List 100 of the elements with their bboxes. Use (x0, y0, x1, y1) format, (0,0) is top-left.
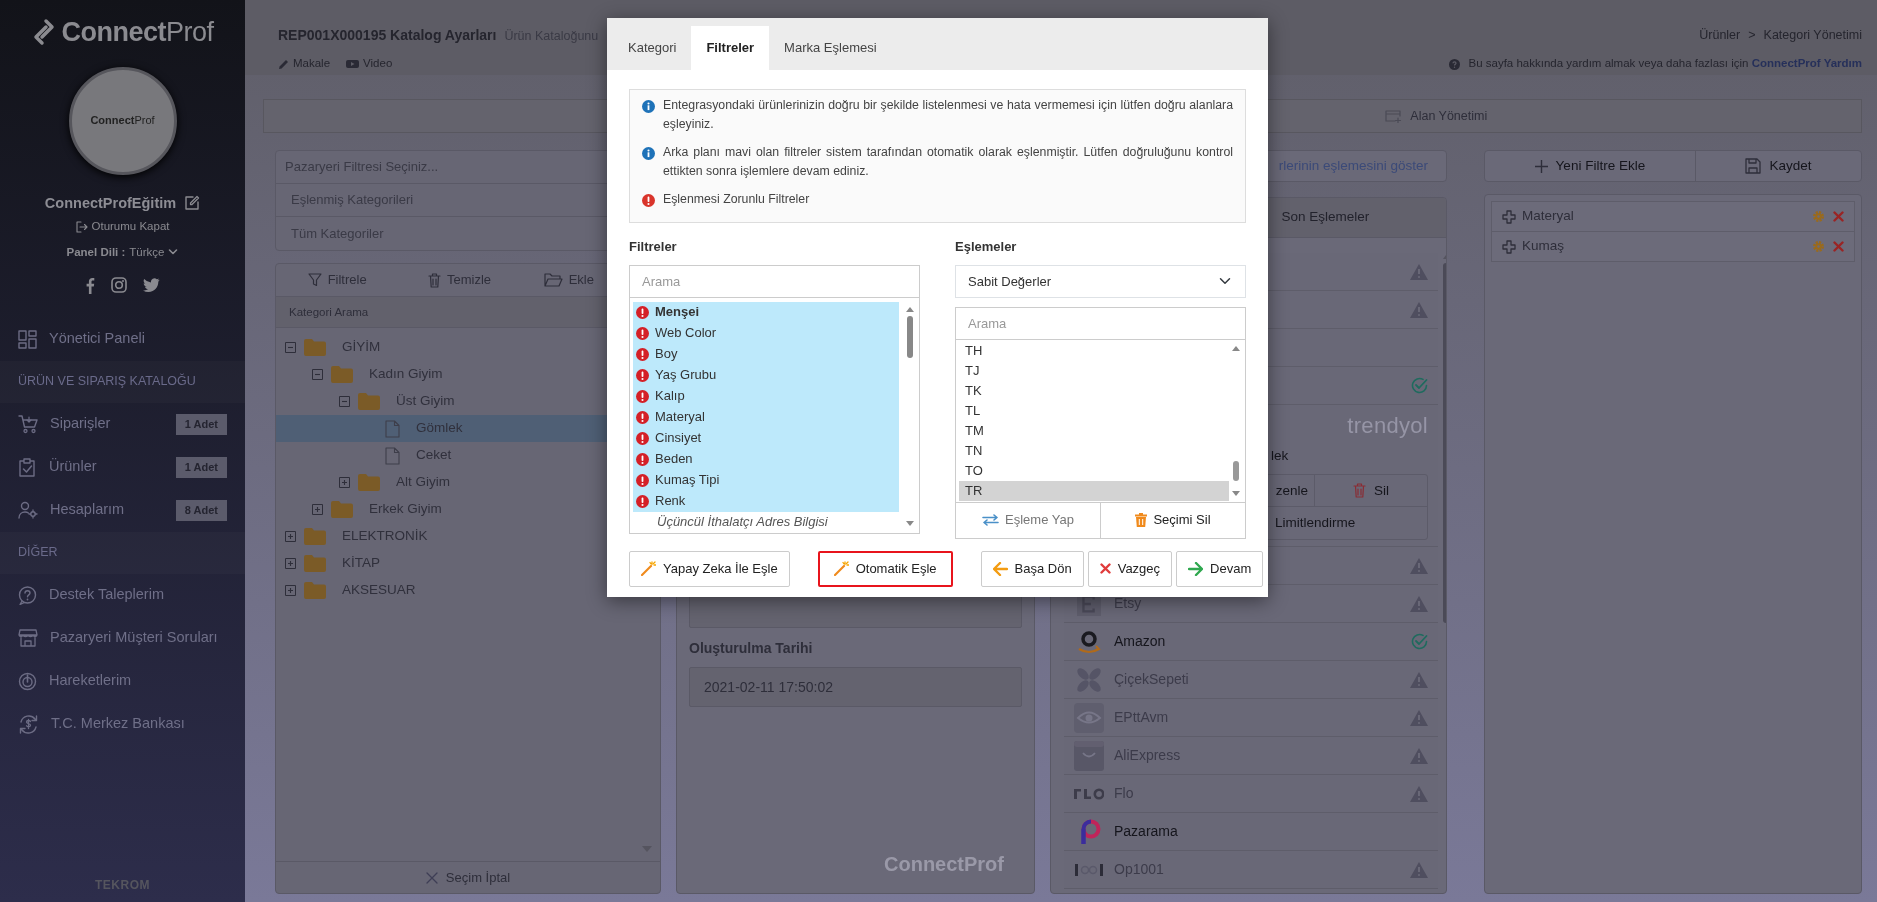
magic-wand-icon (641, 561, 656, 577)
value-option[interactable]: TH (959, 340, 1229, 361)
language-label: Panel Dili : (66, 244, 126, 260)
menu-section-title: DİĞER (18, 543, 58, 562)
filter-option[interactable]: Materyal (633, 406, 899, 428)
section-label: Eşlemeler (955, 238, 1018, 257)
filter-option[interactable]: Yaş Grubu (633, 364, 899, 386)
toolbar-button[interactable]: Temizle (398, 264, 521, 296)
filter-option[interactable]: Boy (633, 343, 899, 365)
folder-icon (358, 393, 380, 410)
eye-logo-icon (1074, 702, 1104, 733)
plus-icon (1534, 159, 1548, 173)
trash-icon (1353, 483, 1366, 499)
facebook-icon (85, 276, 95, 294)
back-button[interactable]: Başa Dön (980, 550, 1084, 587)
ai-match-button[interactable]: Yapay Zeka İle Eşle (629, 550, 790, 587)
value-option[interactable]: TO (959, 460, 1229, 481)
breadcrumb-link[interactable]: Ürünler (1699, 25, 1741, 45)
avatar-logo: ConnectProf (90, 113, 155, 129)
help-link[interactable]: ConnectProf Yardım (1751, 57, 1862, 70)
move-icon (1502, 239, 1516, 254)
value-option[interactable]: TJ (959, 360, 1229, 381)
folder-icon (331, 501, 353, 518)
menu-item[interactable]: Pazaryeri Müşteri Soruları (0, 616, 245, 660)
instagram-icon (111, 277, 127, 294)
add-filter-button[interactable]: Yeni Filtre Ekle (1485, 151, 1696, 181)
filter-option[interactable]: Kalıp (633, 385, 899, 407)
info-icon (642, 147, 655, 161)
video-icon (346, 59, 360, 69)
folder-icon (304, 555, 326, 572)
delete-button[interactable]: Sil (1315, 475, 1427, 507)
count-badge: 1 Adet (175, 414, 227, 435)
language-dropdown[interactable]: Türkçe (129, 243, 179, 261)
toolbar-button[interactable]: Filtrele (276, 264, 399, 296)
user-gear-icon (18, 501, 38, 520)
note-text: Arka planı mavi olan filtreler sistem tarafından otomatik olarak eşlenmiştir. Lütfen doğruluğunu kontrol ettikten sonra işlemlere devam ediniz. (663, 144, 1233, 181)
continue-button[interactable]: Devam (1176, 550, 1264, 587)
filter-option[interactable]: Üçüncül İthalatçı Adres Bilgisi (633, 511, 899, 533)
filter-icon (307, 273, 322, 287)
menu-section-title: ÜRÜN VE SIPARIŞ KATALOĞU (18, 372, 196, 391)
close-icon (425, 871, 438, 884)
folder-icon (358, 474, 380, 491)
filter-option[interactable]: Kumaş Tipi (633, 469, 899, 491)
wordmark-logo-icon (1074, 787, 1104, 800)
logout-icon (75, 220, 88, 233)
dashboard-icon (18, 329, 37, 349)
clear-selection-button[interactable]: Seçimi Sil (1101, 501, 1245, 538)
map-button[interactable]: Eşleme Yap (956, 501, 1101, 538)
bag-logo-icon (1074, 740, 1104, 771)
logo: ConnectProf (61, 16, 214, 49)
value-option[interactable]: TL (959, 400, 1229, 421)
tab[interactable]: Filtreler (691, 26, 770, 70)
page-title: REP001X000195 Katalog Ayarları (278, 25, 497, 45)
value-option[interactable]: TR (959, 480, 1229, 501)
tab[interactable]: Kategori (613, 26, 692, 70)
menu-item[interactable]: Hesaplarım 8 Adet (0, 488, 245, 532)
value-option[interactable]: TK (959, 380, 1229, 401)
trash-icon (1135, 513, 1148, 528)
info-icon (642, 100, 655, 113)
save-button[interactable]: Kaydet (1695, 151, 1861, 181)
menu-item[interactable]: T.C. Merkez Bankası (0, 702, 245, 746)
logout-link[interactable]: Oturumu Kapat (75, 218, 170, 236)
menu-item[interactable]: Ürünler 1 Adet (0, 445, 245, 489)
cancel-selection-button[interactable]: Seçim İptal (276, 861, 660, 893)
section-label: Filtreler (629, 238, 678, 257)
cancel-button[interactable]: Vazgeç (1087, 550, 1173, 587)
window-plus-icon (1385, 109, 1403, 123)
folder-icon (304, 528, 326, 545)
move-icon (1502, 209, 1516, 224)
count-badge: 1 Adet (175, 457, 227, 478)
tab[interactable]: Marka Eşlemesi (769, 26, 892, 70)
currency-exchange-icon (18, 713, 39, 735)
article-link[interactable]: Makale (278, 55, 331, 73)
limit-label: Limitlendirme (1275, 514, 1356, 533)
auto-match-button[interactable]: Otomatik Eşle (817, 550, 953, 587)
value-option[interactable]: TN (959, 440, 1229, 461)
help-icon (18, 585, 37, 605)
menu-item[interactable]: Destek Taleplerim (0, 573, 245, 617)
note-text: Entegrasyondaki ürünlerinizin doğru bir şekilde listelenmesi ve hata vermemesi için lütfen doğru alanlara eşleyiniz. (663, 97, 1233, 134)
pencil-icon (278, 58, 289, 70)
filter-option[interactable]: Cinsiyet (633, 427, 899, 449)
value-option[interactable]: TM (959, 420, 1229, 441)
delete-icon (1833, 241, 1844, 252)
menu-item[interactable]: Hareketlerim (0, 659, 245, 703)
dots-logo-icon (1074, 861, 1104, 878)
swap-arrows-icon (982, 514, 1000, 527)
filter-option[interactable]: Beden (633, 448, 899, 470)
folder-icon (331, 366, 353, 383)
filter-option[interactable]: Renk (633, 490, 899, 512)
filter-option[interactable]: Menşei (633, 301, 899, 323)
marketplace-name: Amazon (1114, 632, 1166, 651)
note-text: Eşlenmesi Zorunlu Filtreler (663, 191, 810, 209)
cart-icon (18, 414, 38, 434)
edit-icon (184, 195, 201, 212)
menu-item[interactable]: Siparişler 1 Adet (0, 402, 245, 446)
arrow-left-icon (992, 561, 1008, 576)
tab[interactable]: Son Eşlemeler (1281, 207, 1370, 228)
menu-item[interactable]: Yönetici Paneli (0, 317, 245, 361)
select-field[interactable]: Sabit Değerler (955, 264, 1246, 298)
file-icon (385, 446, 400, 465)
